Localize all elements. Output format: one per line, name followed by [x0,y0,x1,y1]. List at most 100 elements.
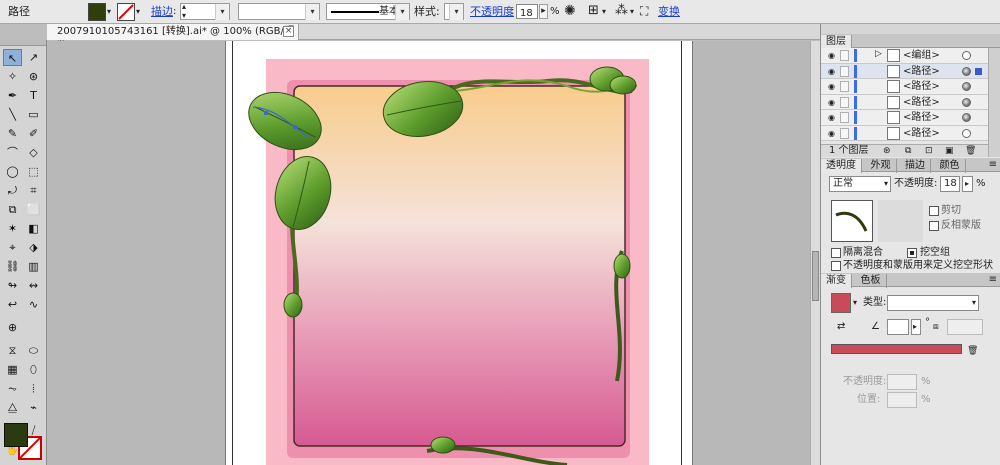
layer-label[interactable]: <路径> [903,110,940,125]
aspect-ratio-icon[interactable]: ⧈ [933,321,939,333]
recolor-artwork-icon[interactable]: ✺ [564,2,576,20]
artwork[interactable] [47,41,820,465]
artboard-tool-icon[interactable]: ⊕ [3,319,22,336]
target-circle-icon[interactable] [962,82,971,91]
paintbrush-tool-icon[interactable]: ✎ [3,125,22,142]
define-knockout-checkbox[interactable] [831,261,841,271]
rectangle-tool-icon[interactable]: ▭ [24,106,43,123]
tab-swatches[interactable]: 色板 [856,274,887,288]
tab-gradient[interactable]: 渐变 [821,274,852,288]
angle-arrow-button[interactable]: ▸ [911,319,921,335]
lock-toggle[interactable] [840,81,849,92]
slice-tool-icon[interactable]: ∿ [24,296,43,313]
gradient-type-dropdown[interactable]: ▾ [887,295,979,311]
anchor-point[interactable] [264,111,268,115]
mesh-alt-tool-icon[interactable]: ⧖ [3,342,22,359]
layers-scrollbar[interactable] [988,48,1000,157]
layer-row[interactable]: ◉ <路径> [821,94,1000,110]
symbol-sprayer-tool-icon[interactable]: ⧉ [3,201,22,218]
visibility-eye-icon[interactable]: ◉ [828,67,835,76]
scale-tool-icon[interactable]: ⬚ [24,163,43,180]
object-thumbnail[interactable] [831,200,873,242]
panel-opacity-input[interactable]: 18 [940,176,960,192]
layer-row[interactable]: ◉ <路径> [821,110,1000,126]
pencil-tool-icon[interactable]: ✐ [24,125,43,142]
variable-width-profile-dropdown[interactable]: ▾ [238,3,320,20]
opacity-arrow-button[interactable]: ▸ [962,176,973,192]
stroke-dropdown-icon[interactable]: ▾ [136,3,140,21]
visibility-eye-icon[interactable]: ◉ [828,82,835,91]
anchor-point[interactable] [293,125,297,129]
chart-tool-icon[interactable]: ⬭ [24,342,43,359]
reshape-tool-icon[interactable]: ↬ [3,277,22,294]
line-tool-icon[interactable]: ╲ [3,106,22,123]
angle-icon[interactable]: ∠ [871,321,880,333]
visibility-eye-icon[interactable]: ◉ [828,129,835,138]
fill-dropdown-icon[interactable]: ▾ [107,3,111,21]
visibility-eye-icon[interactable]: ◉ [828,51,835,60]
stop-opacity-input[interactable] [887,374,917,390]
locate-object-icon[interactable]: ⊛ [883,145,891,157]
chevron-down-icon[interactable]: ▾ [395,4,409,20]
chevron-down-icon[interactable]: ▾ [884,177,888,191]
direct-selection-tool-icon[interactable]: ↗ [24,49,43,66]
panel-menu-icon[interactable]: ≡ [989,159,997,170]
angle-input[interactable] [887,319,909,335]
layer-label[interactable]: <路径> [903,126,940,141]
line-segment-tool-icon[interactable]: ⧋ [3,399,22,416]
layer-row[interactable]: ◉ <路径> [821,79,1000,95]
crop-tool-icon[interactable]: ⏦ [3,380,22,397]
scissors-tool-icon[interactable]: ⦙ [24,380,43,397]
selection-tool-icon[interactable]: ↖ [3,49,22,66]
new-sublayer-icon[interactable]: ⊡ [925,145,933,157]
target-circle-icon[interactable] [962,66,971,76]
lock-toggle[interactable] [840,112,849,123]
tab-stroke[interactable]: 描边 [900,159,931,173]
layer-row[interactable]: ◉ ▷ <编组> [821,48,1000,64]
make-clipping-mask-icon[interactable]: ⧉ [905,145,911,157]
chevron-down-icon[interactable]: ▾ [449,4,463,20]
free-transform-tool-icon[interactable]: ⌗ [24,182,43,199]
tab-transparency[interactable]: 透明度 [821,159,862,173]
align-icon[interactable]: ⊞ [588,2,599,20]
vertical-scrollbar[interactable] [810,41,820,465]
blob-brush-tool-icon[interactable]: ⌒ [3,144,22,161]
warp-tool-icon[interactable]: ⤾ [3,182,22,199]
location-input[interactable] [887,392,917,408]
isolate-blending-checkbox[interactable] [831,248,841,258]
isolate-icon[interactable]: ⁂ [615,2,628,20]
chevron-down-icon[interactable]: ▾ [305,4,319,20]
reverse-gradient-icon[interactable]: ⇄ [837,321,845,333]
layer-label[interactable]: <路径> [903,95,940,110]
lock-toggle[interactable] [840,96,849,108]
magic-wand-tool-icon[interactable]: ✧ [3,68,22,85]
gradient-preview-swatch[interactable] [831,293,851,313]
eraser-tool-icon[interactable]: ◇ [24,144,43,161]
visibility-eye-icon[interactable]: ◉ [828,113,835,122]
panel-menu-icon[interactable]: ≡ [989,274,997,285]
target-circle-icon[interactable] [962,113,971,122]
stepper-icon[interactable]: ▴ ▾ [182,2,186,20]
target-circle-icon[interactable] [962,128,971,138]
arc-tool-icon[interactable]: ⌁ [24,399,43,416]
width-tool-icon[interactable]: ↭ [24,277,43,294]
opacity-arrow-button[interactable]: ▸ [539,4,548,19]
target-circle-icon[interactable] [962,97,971,107]
stroke-none-swatch[interactable] [117,3,135,21]
transform-icon[interactable]: ⛶ [640,2,648,20]
pen-tool-icon[interactable]: ✒ [3,87,22,104]
document-tab[interactable]: 2007910105743161 [转换].ai* @ 100% (RGB/预览… [47,24,299,52]
lock-toggle[interactable] [840,50,849,61]
invert-mask-checkbox[interactable] [929,221,939,231]
chevron-down-icon[interactable]: ▾ [853,297,857,309]
trash-icon[interactable]: 🗑 [965,145,976,157]
column-graph-tool-icon[interactable]: ⬜ [24,201,43,218]
tab-layers[interactable]: 图层 [821,35,852,49]
lock-toggle[interactable] [840,65,849,77]
opacity-link[interactable]: 不透明度 [470,3,514,21]
visibility-eye-icon[interactable]: ◉ [828,98,835,107]
brush-definition-dropdown[interactable]: 基本 ▾ [326,3,410,20]
lock-toggle[interactable] [840,127,849,139]
scrollbar-thumb[interactable] [812,251,819,301]
gradient-slider-bar[interactable] [831,344,962,354]
